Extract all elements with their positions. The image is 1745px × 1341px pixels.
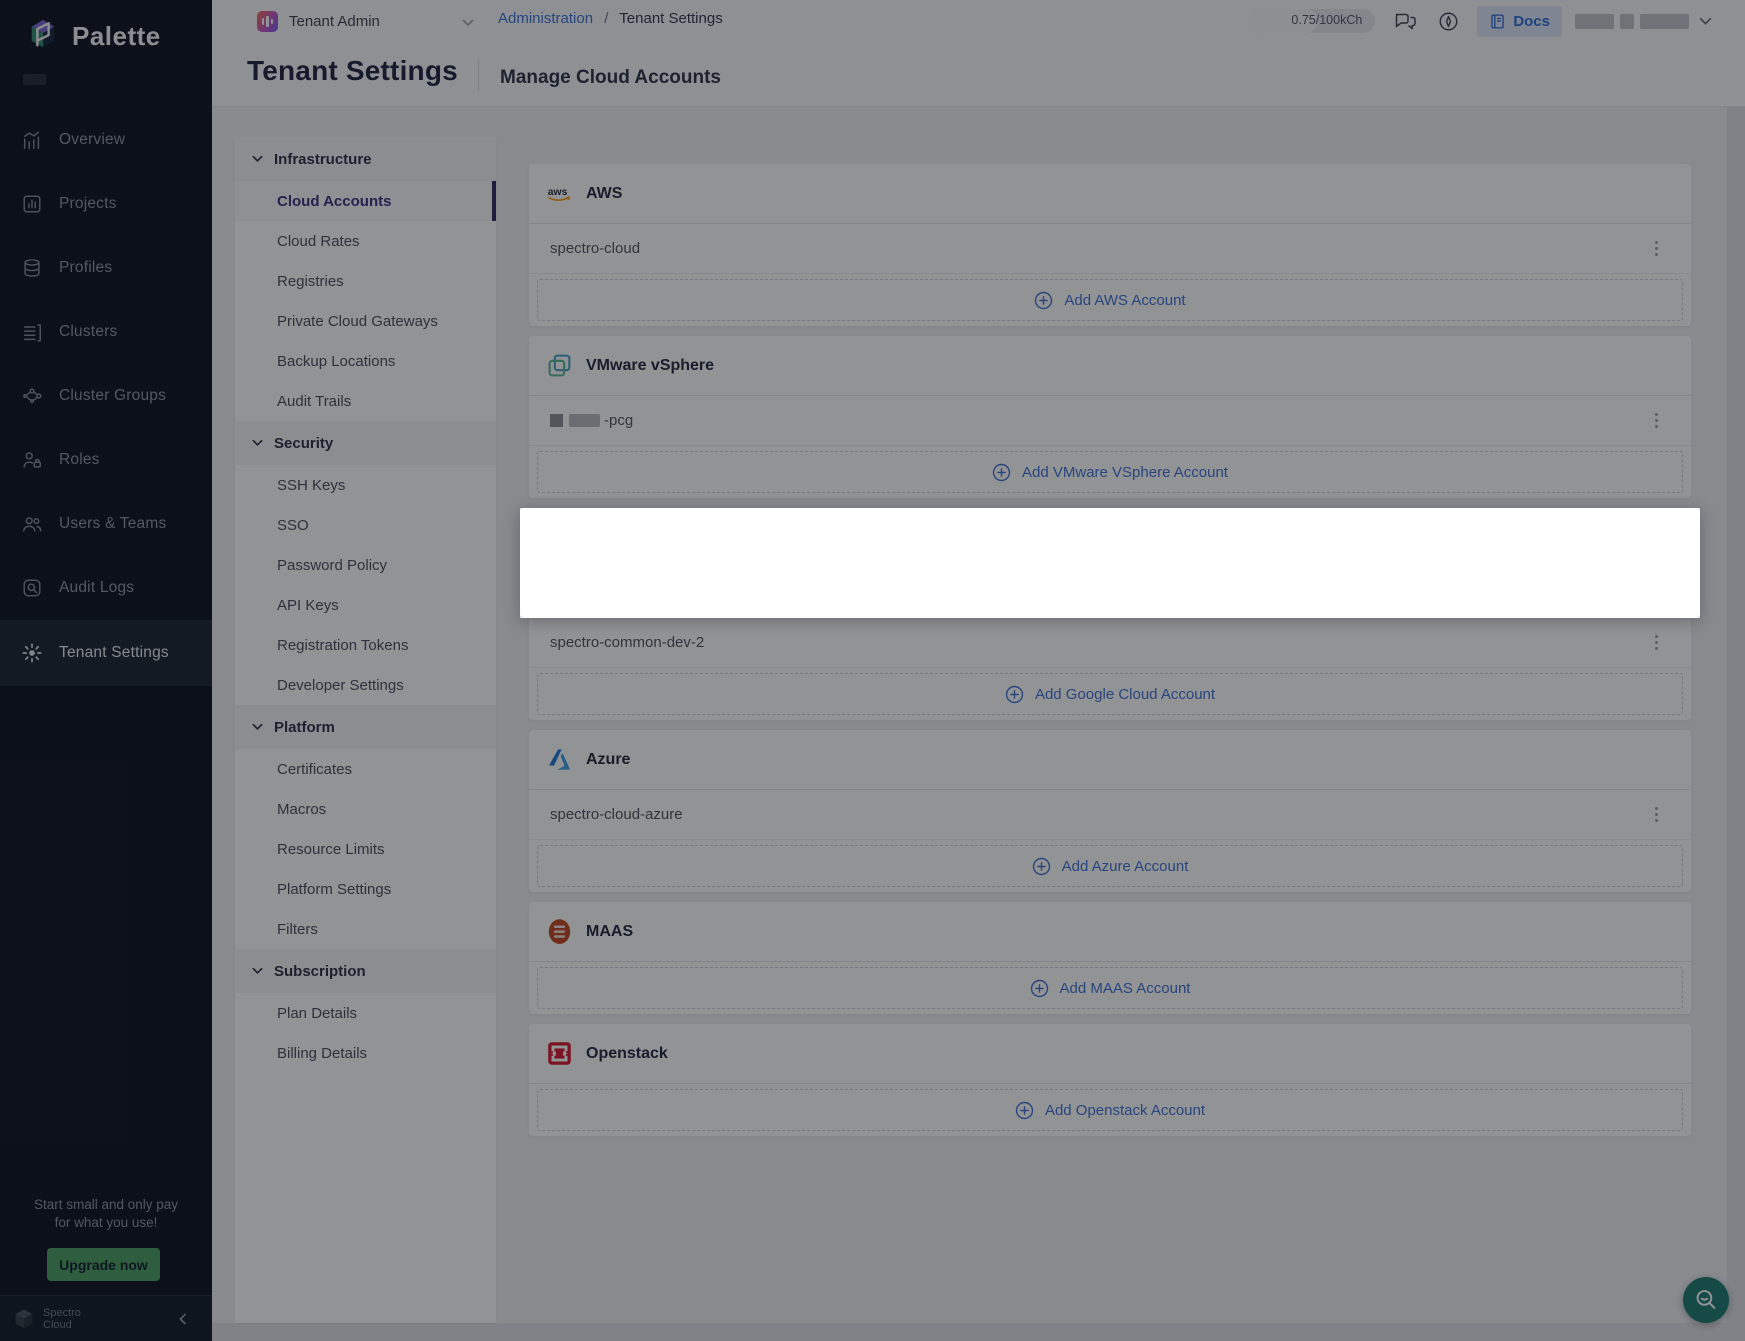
dim-overlay bbox=[0, 618, 1745, 1341]
tour-spotlight-box bbox=[520, 508, 1700, 618]
dim-overlay bbox=[0, 508, 520, 618]
dim-overlay bbox=[1700, 508, 1745, 618]
dim-overlay bbox=[0, 0, 1745, 508]
